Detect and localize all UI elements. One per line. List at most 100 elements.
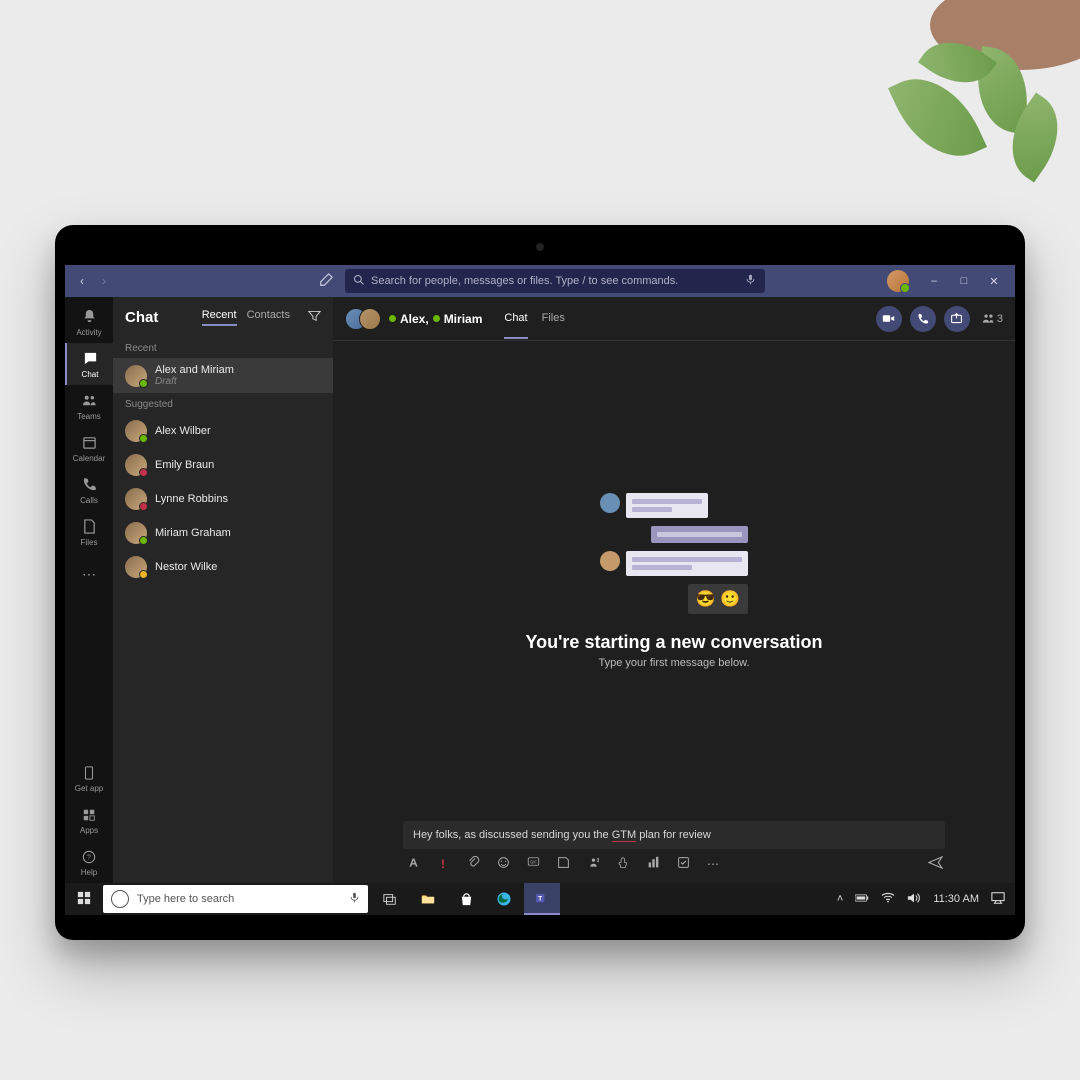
cortana-icon	[111, 890, 129, 908]
chat-item[interactable]: Miriam Graham	[113, 516, 333, 550]
avatar	[125, 365, 147, 387]
app-rail: Activity Chat Teams Calendar Calls	[65, 297, 113, 883]
user-avatar[interactable]	[887, 270, 909, 292]
participants-count[interactable]: 3	[982, 312, 1003, 325]
file-icon	[80, 518, 98, 536]
chat-list-panel: Chat Recent Contacts Recent Alex and Mir…	[113, 297, 333, 883]
svg-text:T: T	[538, 895, 542, 902]
title-bar: ‹ › Search for people, messages or files…	[65, 265, 1015, 297]
rail-getapp[interactable]: Get app	[65, 757, 113, 799]
chat-icon	[81, 350, 99, 368]
chat-item[interactable]: Emily Braun	[113, 448, 333, 482]
poll-button[interactable]	[645, 856, 661, 872]
close-button[interactable]: ✕	[979, 265, 1009, 297]
apps-icon	[80, 806, 98, 824]
search-placeholder: Search for people, messages or files. Ty…	[371, 275, 743, 287]
rail-more[interactable]: ⋯	[65, 553, 113, 595]
rail-teams[interactable]: Teams	[65, 385, 113, 427]
chat-header: Alex, Miriam Chat Files 3	[333, 297, 1015, 341]
mobile-icon	[80, 764, 98, 782]
section-suggested: Suggested	[113, 393, 333, 414]
windows-taskbar: Type here to search T ˄ 11:30 AM	[65, 883, 1015, 915]
chat-panel-title: Chat	[125, 309, 192, 326]
participant-avatars	[345, 308, 381, 330]
video-call-button[interactable]	[876, 306, 902, 332]
format-button[interactable]	[405, 856, 421, 872]
praise-button[interactable]	[615, 857, 631, 872]
tablet-frame: ‹ › Search for people, messages or files…	[55, 225, 1025, 940]
chat-item[interactable]: Lynne Robbins	[113, 482, 333, 516]
nav-forward-button[interactable]: ›	[93, 274, 115, 288]
taskbar-search[interactable]: Type here to search	[103, 885, 368, 913]
filter-button[interactable]	[308, 309, 321, 325]
ellipsis-icon: ⋯	[80, 565, 98, 583]
chat-item[interactable]: Nestor Wilke	[113, 550, 333, 584]
notifications-icon[interactable]	[991, 891, 1005, 908]
composer-area: Hey folks, as discussed sending you the …	[333, 821, 1015, 883]
global-search[interactable]: Search for people, messages or files. Ty…	[345, 269, 765, 293]
message-input[interactable]: Hey folks, as discussed sending you the …	[403, 821, 945, 849]
tab-contacts[interactable]: Contacts	[247, 309, 290, 326]
rail-help[interactable]: ? Help	[65, 841, 113, 883]
tray-chevron-icon[interactable]: ˄	[837, 893, 843, 905]
rail-chat[interactable]: Chat	[65, 343, 113, 385]
app-screen: ‹ › Search for people, messages or files…	[65, 265, 1015, 915]
conversation-placeholder-illustration: 😎 🙂	[600, 493, 748, 614]
bell-icon	[80, 308, 98, 326]
search-icon	[353, 274, 365, 289]
rail-activity[interactable]: Activity	[65, 301, 113, 343]
explorer-button[interactable]	[410, 883, 446, 915]
start-button[interactable]	[65, 891, 103, 908]
wifi-icon[interactable]	[881, 891, 895, 908]
conversation-body: 😎 🙂 You're starting a new conversation T…	[333, 341, 1015, 821]
maximize-button[interactable]: □	[949, 265, 979, 297]
emoji-button[interactable]	[495, 856, 511, 872]
mic-icon[interactable]	[743, 274, 757, 288]
store-button[interactable]	[448, 883, 484, 915]
tab-recent[interactable]: Recent	[202, 309, 237, 326]
chat-item-alex-miriam[interactable]: Alex and Miriam Draft	[113, 358, 333, 393]
phone-icon	[80, 476, 98, 494]
avatar	[125, 420, 147, 442]
battery-icon[interactable]	[855, 891, 869, 908]
teams-icon	[80, 392, 98, 410]
sticker-button[interactable]	[555, 856, 571, 872]
chat-main: Alex, Miriam Chat Files 3	[333, 297, 1015, 883]
priority-button[interactable]: !	[435, 857, 451, 871]
attach-button[interactable]	[465, 856, 481, 872]
more-button[interactable]: ⋯	[705, 857, 721, 871]
minimize-button[interactable]: –	[919, 265, 949, 297]
conversation-headline: You're starting a new conversation	[525, 632, 822, 653]
tab-chat[interactable]: Chat	[504, 299, 527, 339]
presence-dot-icon	[389, 315, 396, 322]
edge-button[interactable]	[486, 883, 522, 915]
volume-icon[interactable]	[907, 891, 921, 908]
rail-apps[interactable]: Apps	[65, 799, 113, 841]
rail-files[interactable]: Files	[65, 511, 113, 553]
plant-decor	[870, 0, 1080, 220]
rail-calendar[interactable]: Calendar	[65, 427, 113, 469]
composer-toolbar: ! GIF ⋯	[403, 849, 945, 873]
avatar	[125, 556, 147, 578]
nav-back-button[interactable]: ‹	[71, 274, 93, 288]
avatar	[125, 454, 147, 476]
gif-button[interactable]: GIF	[525, 857, 541, 872]
meetup-button[interactable]	[585, 856, 601, 872]
taskbar-clock[interactable]: 11:30 AM	[933, 893, 979, 905]
new-chat-button[interactable]	[315, 273, 337, 290]
audio-call-button[interactable]	[910, 306, 936, 332]
section-recent: Recent	[113, 337, 333, 358]
share-button[interactable]	[944, 306, 970, 332]
help-icon: ?	[80, 848, 98, 866]
tab-files[interactable]: Files	[542, 299, 565, 339]
task-view-button[interactable]	[372, 883, 408, 915]
chat-title: Alex, Miriam	[389, 312, 482, 326]
chat-item[interactable]: Alex Wilber	[113, 414, 333, 448]
send-button[interactable]	[927, 855, 943, 873]
teams-button[interactable]: T	[524, 883, 560, 915]
approval-button[interactable]	[675, 856, 691, 872]
mic-icon[interactable]	[349, 892, 360, 906]
conversation-subline: Type your first message below.	[598, 657, 749, 669]
rail-calls[interactable]: Calls	[65, 469, 113, 511]
calendar-icon	[80, 434, 98, 452]
